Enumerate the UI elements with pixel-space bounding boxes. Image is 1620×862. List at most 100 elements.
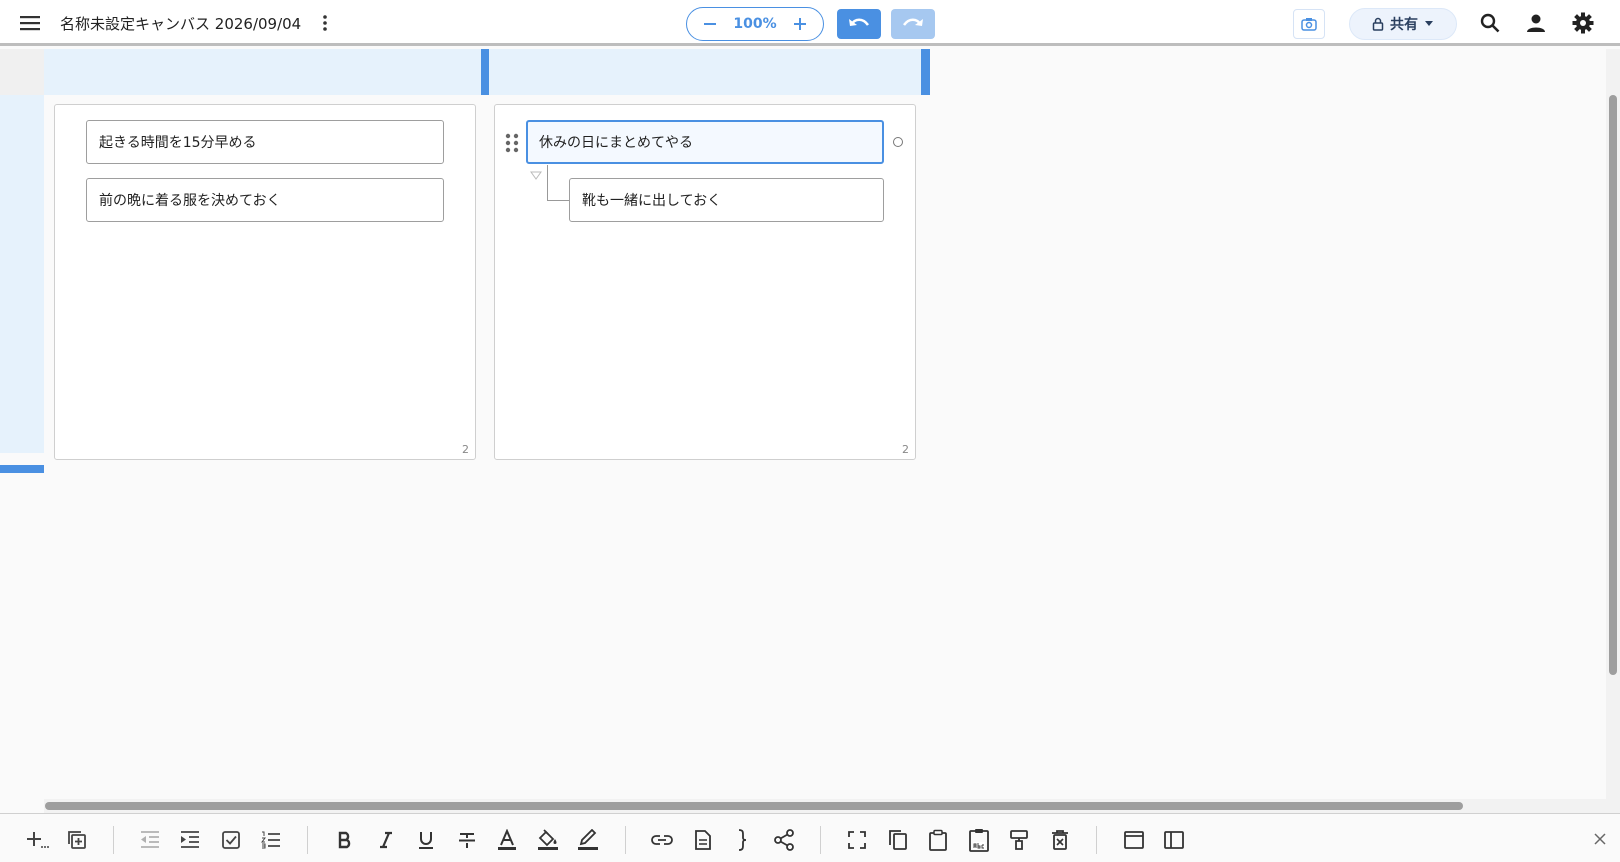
delete-button[interactable]: [1046, 826, 1074, 854]
column-resize-handle[interactable]: [921, 49, 930, 95]
zoom-in-button[interactable]: [789, 13, 811, 35]
bold-button[interactable]: [331, 826, 359, 854]
formatting-toolbar: [0, 813, 1620, 862]
gear-icon: [1572, 12, 1594, 34]
snapshot-button[interactable]: [1293, 9, 1325, 39]
panel-column-2[interactable]: 休みの日にまとめてやる 靴も一緒に出しておく 2: [494, 104, 916, 460]
column-header-1[interactable]: [44, 49, 481, 95]
connect-button[interactable]: [770, 826, 798, 854]
canvas-title[interactable]: 名称未設定キャンバス 2026/09/04: [60, 13, 301, 34]
close-icon: [1594, 833, 1606, 845]
group-brace-button[interactable]: [729, 826, 757, 854]
outdent-button[interactable]: [136, 826, 164, 854]
row-header[interactable]: [0, 95, 44, 453]
numbered-list-icon: [261, 831, 280, 849]
toggle-header-button[interactable]: [1120, 826, 1148, 854]
redo-button[interactable]: [891, 9, 935, 39]
trash-icon: [1052, 830, 1068, 850]
panel-column-1[interactable]: 起きる時間を15分早める 前の晩に着る服を決めておく 2: [54, 104, 476, 460]
row-resize-handle[interactable]: [0, 465, 44, 473]
format-painter-button[interactable]: [1005, 826, 1033, 854]
toolbar-separator: [1096, 826, 1097, 854]
zoom-control: 100%: [686, 7, 824, 41]
toolbar-separator: [113, 826, 114, 854]
drag-handle[interactable]: [504, 132, 520, 154]
undo-icon: [849, 18, 870, 26]
search-button[interactable]: [1474, 8, 1506, 38]
close-toolbar-button[interactable]: [1587, 826, 1613, 852]
duplicate-icon: [68, 831, 86, 849]
text-color-button[interactable]: [493, 826, 521, 854]
card-text: 休みの日にまとめてやる: [539, 135, 693, 151]
canvas-area[interactable]: 起きる時間を15分早める 前の晩に着る服を決めておく 2 休みの日にまとめてやる…: [0, 49, 1620, 813]
underline-icon: [419, 832, 433, 849]
paste-button[interactable]: [924, 826, 952, 854]
text-color-icon: [498, 829, 516, 850]
minus-icon: [704, 23, 716, 25]
link-icon: [651, 835, 673, 845]
undo-button[interactable]: [837, 9, 881, 39]
hamburger-icon: [20, 16, 40, 31]
checkbox-button[interactable]: [217, 826, 245, 854]
card-text: 前の晩に着る服を決めておく: [99, 193, 281, 209]
underline-button[interactable]: [412, 826, 440, 854]
drag-grip-icon: [505, 133, 519, 153]
share-button[interactable]: 共有: [1349, 8, 1457, 40]
card-text: 靴も一緒に出しておく: [582, 193, 722, 209]
vertical-scroll-thumb[interactable]: [1609, 95, 1617, 675]
column-header-2[interactable]: [489, 49, 921, 95]
card-text: 起きる時間を15分早める: [99, 135, 257, 151]
paste-text-button[interactable]: [965, 826, 993, 854]
panel-item-count: 2: [902, 443, 909, 456]
italic-icon: [380, 831, 392, 849]
indent-icon: [181, 831, 199, 848]
card-child[interactable]: 靴も一緒に出しておく: [569, 178, 884, 222]
link-button[interactable]: [648, 826, 676, 854]
add-more-icon: [27, 832, 49, 848]
share-label: 共有: [1390, 17, 1418, 33]
panel-item-count: 2: [462, 443, 469, 456]
clipboard-icon: [929, 829, 947, 851]
grid-corner: [0, 49, 44, 95]
numbered-list-button[interactable]: [257, 826, 285, 854]
fill-color-button[interactable]: [534, 826, 562, 854]
toggle-sidebar-button[interactable]: [1160, 826, 1188, 854]
menu-button[interactable]: [14, 8, 46, 38]
add-card-button[interactable]: [23, 826, 51, 854]
triangle-down-icon: [530, 171, 542, 180]
strikethrough-button[interactable]: [453, 826, 481, 854]
search-icon: [1480, 13, 1500, 33]
sidebar-icon: [1164, 831, 1184, 849]
more-options-button[interactable]: [315, 10, 335, 36]
zoom-out-button[interactable]: [699, 13, 721, 35]
top-bar: 名称未設定キャンバス 2026/09/04 100% 共有: [0, 0, 1620, 46]
card[interactable]: 起きる時間を15分早める: [86, 120, 444, 164]
card-connect-dot[interactable]: [893, 137, 903, 147]
note-button[interactable]: [689, 826, 717, 854]
settings-button[interactable]: [1567, 8, 1599, 38]
bold-icon: [338, 831, 351, 849]
checkbox-icon: [222, 831, 240, 849]
camera-icon: [1301, 18, 1317, 31]
copy-button[interactable]: [884, 826, 912, 854]
toolbar-separator: [307, 826, 308, 854]
duplicate-card-button[interactable]: [63, 826, 91, 854]
redo-icon: [902, 18, 923, 26]
italic-button[interactable]: [372, 826, 400, 854]
indent-button[interactable]: [176, 826, 204, 854]
account-button[interactable]: [1520, 8, 1552, 38]
format-paint-icon: [1010, 830, 1028, 850]
tree-connector: [547, 165, 569, 201]
card-selected[interactable]: 休みの日にまとめてやる: [526, 120, 884, 164]
brace-icon: [738, 829, 747, 851]
share-nodes-icon: [774, 829, 794, 851]
window-icon: [1124, 831, 1144, 849]
copy-icon: [889, 830, 907, 850]
collapse-toggle[interactable]: [529, 167, 543, 180]
card[interactable]: 前の晩に着る服を決めておく: [86, 178, 444, 222]
user-icon: [1527, 14, 1545, 32]
border-color-button[interactable]: [574, 826, 602, 854]
select-all-button[interactable]: [843, 826, 871, 854]
horizontal-scroll-thumb[interactable]: [45, 802, 1463, 810]
outdent-icon: [141, 831, 159, 848]
